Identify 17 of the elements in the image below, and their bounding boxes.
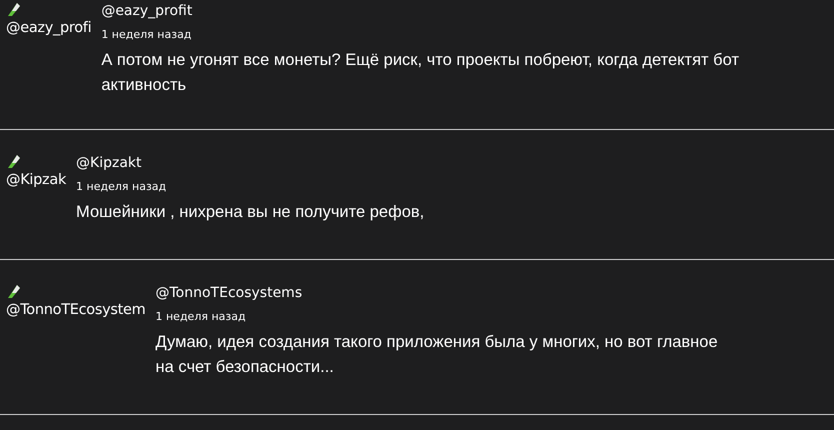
comment-text: Думаю, идея создания такого приложения была у многих, но вот главное <box>156 332 718 353</box>
comment-text: Мошейники , нихрена вы не получите рефов, <box>76 202 424 223</box>
comment-time: 1 неделя назад <box>156 309 246 325</box>
author-name[interactable]: @eazy_profit <box>101 0 192 22</box>
author-name[interactable]: @TonnoTEcosystems <box>156 282 302 304</box>
broken-image-icon <box>6 2 22 18</box>
avatar-alt-text: @Kipzak <box>6 171 66 190</box>
avatar-alt-text: @TonnoTEcosystem <box>6 301 146 320</box>
broken-image-icon <box>6 154 22 170</box>
comment-time: 1 неделя назад <box>101 27 192 43</box>
author-name[interactable]: @Kipzakt <box>76 152 142 174</box>
comment-text: на счет безопасности... <box>156 357 334 378</box>
comment-text: А потом не угонят все монеты? Ещё риск, что проекты побреют, когда детектят бот <box>101 50 740 71</box>
broken-image-icon <box>6 284 22 300</box>
avatar-alt-text: @eazy_profi <box>6 19 92 38</box>
comment-time: 1 неделя назад <box>76 179 166 195</box>
comment-text: активность <box>101 75 186 96</box>
